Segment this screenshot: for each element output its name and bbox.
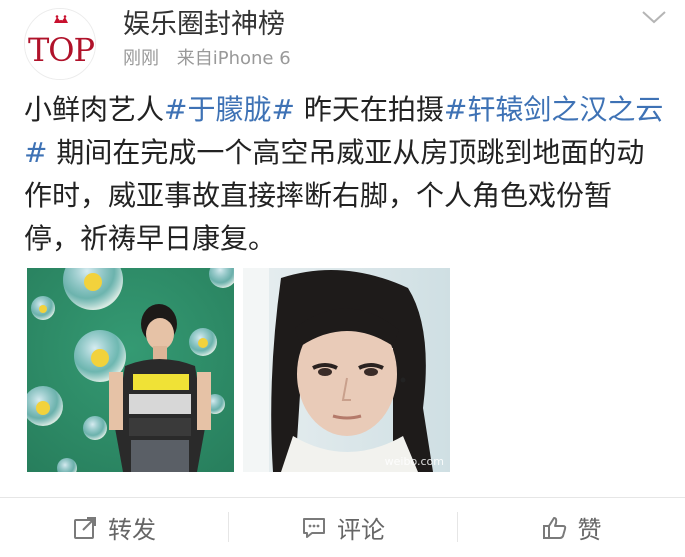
like-label: 赞 — [577, 516, 602, 544]
post-image-2[interactable]: weibo.com — [243, 268, 450, 472]
weibo-post-card: TOP 娱乐圈封神榜 刚刚 来自iPhone 6 小鲜肉艺人#于朦胧# 昨天在拍… — [0, 0, 685, 557]
photo-sponge-bubbles-icon — [27, 268, 234, 472]
text-plain: 期间在完成一个高空吊威亚从房顶跳到地面的动作时，威亚事故直接摔断右脚，个人角色戏… — [24, 136, 645, 255]
image-watermark: weibo.com — [384, 455, 444, 468]
comment-label: 评论 — [337, 516, 385, 544]
top-logo-icon: TOP — [25, 9, 95, 79]
comment-icon — [301, 515, 327, 541]
hashtag-link[interactable]: #于朦胧# — [164, 93, 295, 126]
thumbs-up-icon — [542, 515, 568, 541]
repost-icon — [72, 515, 98, 541]
post-text: 小鲜肉艺人#于朦胧# 昨天在拍摄#轩辕剑之汉之云# 期间在完成一个高空吊威亚从房… — [24, 88, 664, 260]
like-button[interactable]: 赞 — [458, 498, 685, 557]
chevron-down-icon[interactable] — [640, 6, 668, 26]
text-plain: 小鲜肉艺人 — [24, 93, 165, 126]
avatar[interactable]: TOP — [24, 8, 96, 80]
post-time: 刚刚 — [123, 48, 159, 69]
post-image-1[interactable] — [27, 268, 234, 472]
text-plain: 昨天在拍摄 — [294, 93, 444, 126]
post-meta: 刚刚 来自iPhone 6 — [123, 47, 303, 71]
repost-button[interactable]: 转发 — [0, 498, 228, 557]
avatar-logo-text: TOP — [28, 31, 95, 69]
author-name[interactable]: 娱乐圈封神榜 — [123, 8, 285, 42]
action-bar: 转发 评论 赞 — [0, 498, 685, 557]
post-source: 来自iPhone 6 — [176, 48, 291, 69]
repost-label: 转发 — [108, 516, 156, 544]
photo-costume-portrait-icon — [243, 268, 450, 472]
comment-button[interactable]: 评论 — [229, 498, 457, 557]
